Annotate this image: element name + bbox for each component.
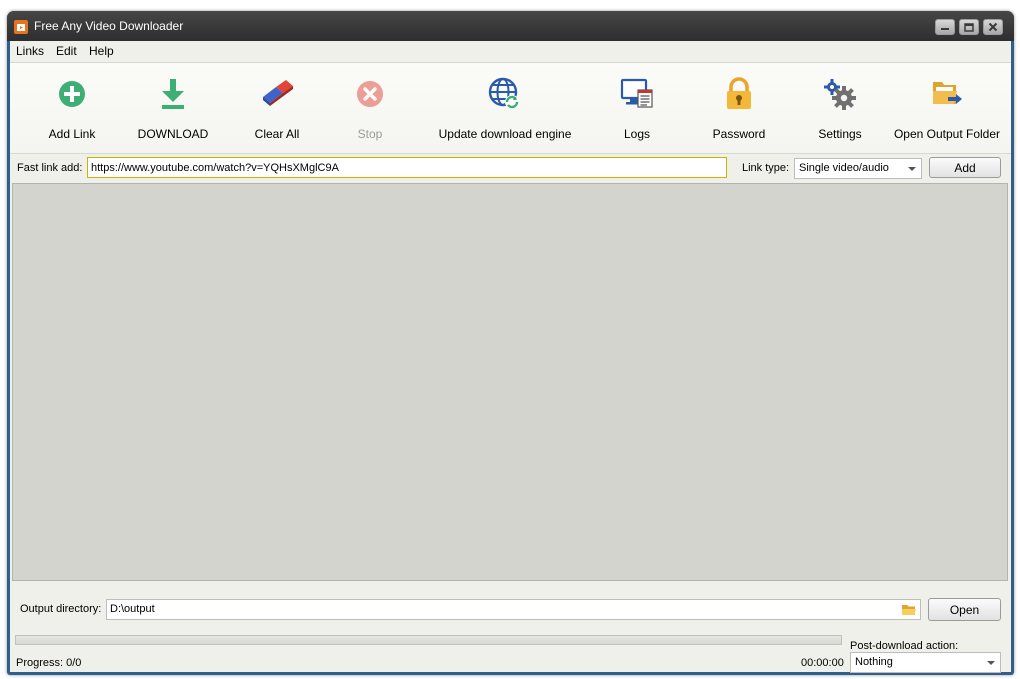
output-directory-value: D:\output bbox=[110, 603, 155, 615]
maximize-icon bbox=[964, 22, 974, 32]
logs-button[interactable]: Logs bbox=[607, 63, 667, 153]
minimize-button[interactable] bbox=[935, 19, 955, 35]
menu-help[interactable]: Help bbox=[89, 44, 114, 58]
close-button[interactable] bbox=[983, 19, 1003, 35]
chevron-down-icon bbox=[908, 167, 916, 171]
toolbar: Add Link DOWNLOAD Clear All Stop Update … bbox=[10, 62, 1011, 154]
fast-link-row: Fast link add: Link type: Single video/a… bbox=[10, 154, 1011, 182]
chevron-down-icon bbox=[987, 661, 995, 665]
add-link-label: Add Link bbox=[48, 127, 96, 141]
download-button[interactable]: DOWNLOAD bbox=[128, 63, 218, 153]
fast-link-label: Fast link add: bbox=[17, 162, 83, 174]
output-directory-row: Output directory: D:\output Open bbox=[10, 595, 1011, 621]
elapsed-time: 00:00:00 bbox=[801, 657, 844, 669]
window-title: Free Any Video Downloader bbox=[34, 19, 184, 33]
add-circle-icon bbox=[59, 81, 85, 107]
add-link-button[interactable]: Add Link bbox=[32, 63, 112, 153]
password-label: Password bbox=[712, 127, 766, 141]
progress-bar bbox=[15, 635, 842, 645]
open-output-folder-button[interactable]: Open Output Folder bbox=[892, 63, 1002, 153]
open-output-folder-label: Open Output Folder bbox=[893, 127, 1001, 141]
browse-folder-icon[interactable] bbox=[901, 603, 917, 617]
gears-icon bbox=[824, 79, 856, 110]
post-download-action-value: Nothing bbox=[855, 656, 893, 668]
menu-links[interactable]: Links bbox=[16, 44, 44, 58]
app-logo-icon bbox=[14, 20, 28, 34]
download-arrow-icon bbox=[162, 79, 184, 109]
clear-all-button[interactable]: Clear All bbox=[237, 63, 317, 153]
output-directory-field[interactable]: D:\output bbox=[106, 599, 921, 620]
stop-label: Stop bbox=[357, 127, 383, 141]
clear-all-label: Clear All bbox=[254, 127, 300, 141]
link-type-value: Single video/audio bbox=[799, 162, 889, 174]
eraser-icon bbox=[263, 80, 293, 106]
download-label: DOWNLOAD bbox=[137, 127, 209, 141]
link-type-select[interactable]: Single video/audio bbox=[794, 158, 922, 179]
title-bar[interactable]: Free Any Video Downloader bbox=[7, 11, 1014, 41]
download-list[interactable] bbox=[12, 183, 1008, 581]
settings-label: Settings bbox=[818, 127, 862, 141]
add-button[interactable]: Add bbox=[929, 157, 1001, 178]
logs-label: Logs bbox=[623, 127, 651, 141]
menu-bar: Links Edit Help bbox=[10, 41, 1011, 62]
padlock-icon bbox=[727, 77, 751, 109]
globe-refresh-icon bbox=[488, 77, 519, 109]
stop-x-icon bbox=[357, 81, 383, 107]
app-window: Free Any Video Downloader Links Edit Hel… bbox=[7, 11, 1014, 675]
client-area: Links Edit Help Add Link DOWNLOAD Clear … bbox=[10, 41, 1011, 673]
progress-text: Progress: 0/0 bbox=[16, 657, 82, 669]
logs-monitor-icon bbox=[620, 78, 653, 108]
open-button[interactable]: Open bbox=[928, 598, 1001, 621]
fast-link-input[interactable] bbox=[87, 157, 727, 178]
update-engine-button[interactable]: Update download engine bbox=[435, 63, 575, 153]
output-directory-label: Output directory: bbox=[20, 603, 102, 615]
minimize-icon bbox=[941, 28, 949, 30]
password-button[interactable]: Password bbox=[704, 63, 774, 153]
menu-edit[interactable]: Edit bbox=[56, 44, 77, 58]
settings-button[interactable]: Settings bbox=[810, 63, 870, 153]
maximize-button[interactable] bbox=[959, 19, 979, 35]
post-download-action-label: Post-download action: bbox=[850, 640, 959, 652]
stop-button[interactable]: Stop bbox=[340, 63, 400, 153]
post-download-action-select[interactable]: Nothing bbox=[850, 652, 1001, 673]
link-type-label: Link type: bbox=[742, 162, 790, 174]
update-engine-label: Update download engine bbox=[438, 127, 572, 141]
folder-arrow-icon bbox=[933, 82, 962, 104]
close-icon bbox=[988, 22, 998, 32]
